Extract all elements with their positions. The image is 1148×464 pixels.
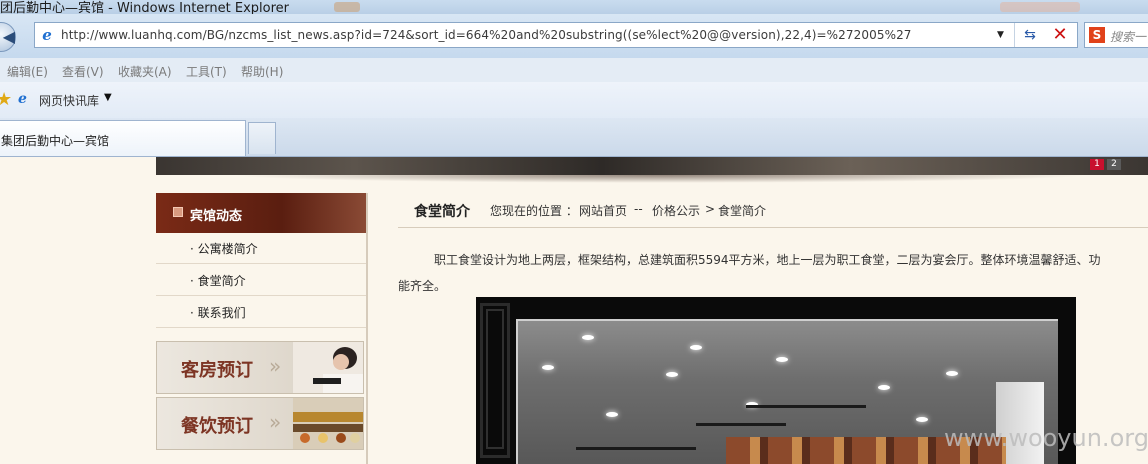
ceiling-light	[542, 365, 554, 370]
breadcrumb-separator: >	[705, 202, 716, 216]
browser-window: 团后勤中心—宾馆 - Windows Internet Explorer ◀ e…	[0, 0, 1148, 464]
hotel-staff-photo	[293, 342, 363, 393]
ceiling-light	[946, 371, 958, 376]
menu-tools[interactable]: 工具(T)	[186, 63, 227, 80]
double-chevron-icon: »	[269, 354, 282, 378]
watermark: www.wooyun.org	[944, 424, 1148, 452]
photo-decor	[486, 309, 504, 449]
blurred-area	[334, 2, 360, 12]
bullet-square-icon	[173, 207, 183, 217]
sidebar-item-label[interactable]: · 公寓楼简介	[190, 240, 258, 257]
banner-shadow	[230, 175, 1090, 183]
new-tab-button[interactable]	[248, 122, 276, 154]
light-track	[576, 447, 696, 450]
article-text: 职工食堂设计为地上两层，框架结构，总建筑面积5594平方米，地上一层为职工食堂，…	[434, 253, 1101, 267]
ie-page-icon: e	[42, 26, 52, 44]
back-button[interactable]: ◀	[0, 22, 16, 52]
ceiling-light	[666, 372, 678, 377]
breadcrumb-prefix: 您现在的位置 ：	[490, 204, 578, 218]
breadcrumb-section-link[interactable]: 价格公示	[652, 202, 700, 219]
menu-view[interactable]: 查看(V)	[62, 63, 104, 80]
menu-bar: 编辑(E) 查看(V) 收藏夹(A) 工具(T) 帮助(H)	[0, 58, 1148, 83]
stop-icon[interactable]: ✕	[1049, 24, 1071, 46]
page-title: 食堂简介	[414, 204, 470, 220]
favorites-bar: ★ e 网页快讯库 ▼	[0, 82, 1148, 118]
address-dropdown-icon[interactable]: ▼	[997, 30, 1004, 40]
light-track	[746, 405, 866, 408]
sidebar-item-label[interactable]: · 联系我们	[190, 304, 246, 321]
url-input[interactable]: http://www.luanhq.com/BG/nzcms_list_news…	[61, 28, 912, 42]
sidebar-divider	[366, 193, 368, 464]
address-divider	[1014, 23, 1015, 47]
tab-active[interactable]: 集团后勤中心—宾馆	[0, 120, 246, 156]
address-bar[interactable]: e http://www.luanhq.com/BG/nzcms_list_ne…	[34, 22, 1078, 48]
ceiling-light	[776, 357, 788, 362]
breadcrumb-current: 食堂简介	[718, 204, 767, 218]
sidebar-item-label[interactable]: · 食堂简介	[190, 272, 246, 289]
sidebar-item-canteen[interactable]: · 食堂简介	[156, 265, 366, 296]
banner-image: 1 2	[156, 157, 1148, 175]
room-booking-label: 客房预订	[181, 360, 253, 381]
ceiling-light	[606, 412, 618, 417]
menu-favorites[interactable]: 收藏夹(A)	[118, 63, 172, 80]
refresh-icon[interactable]: ⇆	[1019, 25, 1041, 45]
title-bar: 团后勤中心—宾馆 - Windows Internet Explorer	[0, 0, 1148, 16]
sidebar-item-contact[interactable]: · 联系我们	[156, 297, 366, 328]
breadcrumb-separator: --	[634, 202, 643, 216]
search-box[interactable]: S 搜索一	[1084, 22, 1148, 48]
slide-indicator-2[interactable]: 2	[1107, 159, 1121, 170]
dining-booking-label: 餐饮预订	[181, 416, 253, 437]
light-track	[696, 423, 786, 426]
sidebar-item-apartment[interactable]: · 公寓楼简介	[156, 233, 366, 264]
room-booking-banner[interactable]: 客房预订 »	[156, 341, 364, 394]
double-chevron-icon: »	[269, 410, 282, 434]
search-input[interactable]: 搜索一	[1110, 28, 1146, 45]
article-text: 能齐全。	[398, 279, 447, 293]
menu-edit[interactable]: 编辑(E)	[7, 63, 48, 80]
buffet-photo	[293, 398, 363, 449]
favorites-star-icon[interactable]: ★	[0, 89, 12, 110]
sidebar-header: 宾馆动态	[156, 193, 366, 233]
navigation-bar: ◀ e http://www.luanhq.com/BG/nzcms_list_…	[0, 14, 1148, 58]
ceiling-light	[690, 345, 702, 350]
web-page: 1 2 宾馆动态 · 公寓楼简介 · 食堂简介 · 联系我们 客房预订 » 餐饮…	[0, 157, 1148, 464]
menu-help[interactable]: 帮助(H)	[241, 63, 283, 80]
slide-indicator-1[interactable]: 1	[1090, 159, 1104, 170]
blurred-area	[1000, 2, 1080, 12]
ceiling-light	[582, 335, 594, 340]
article-body: 职工食堂设计为地上两层，框架结构，总建筑面积5594平方米，地上一层为职工食堂，…	[398, 247, 1148, 299]
web-slice-gallery-link[interactable]: 网页快讯库	[39, 92, 99, 109]
chevron-down-icon[interactable]: ▼	[104, 92, 112, 103]
dining-booking-banner[interactable]: 餐饮预订 »	[156, 397, 364, 450]
breadcrumb-home-link[interactable]: 网站首页	[579, 202, 627, 219]
tab-bar: 集团后勤中心—宾馆	[0, 118, 1148, 157]
ceiling-light	[878, 385, 890, 390]
tab-label: 集团后勤中心—宾馆	[1, 134, 110, 148]
content-divider	[398, 227, 1148, 228]
sidebar-title: 宾馆动态	[190, 209, 243, 224]
ceiling-light	[916, 417, 928, 422]
web-slice-icon: e	[18, 91, 27, 107]
search-engine-icon[interactable]: S	[1089, 27, 1105, 43]
